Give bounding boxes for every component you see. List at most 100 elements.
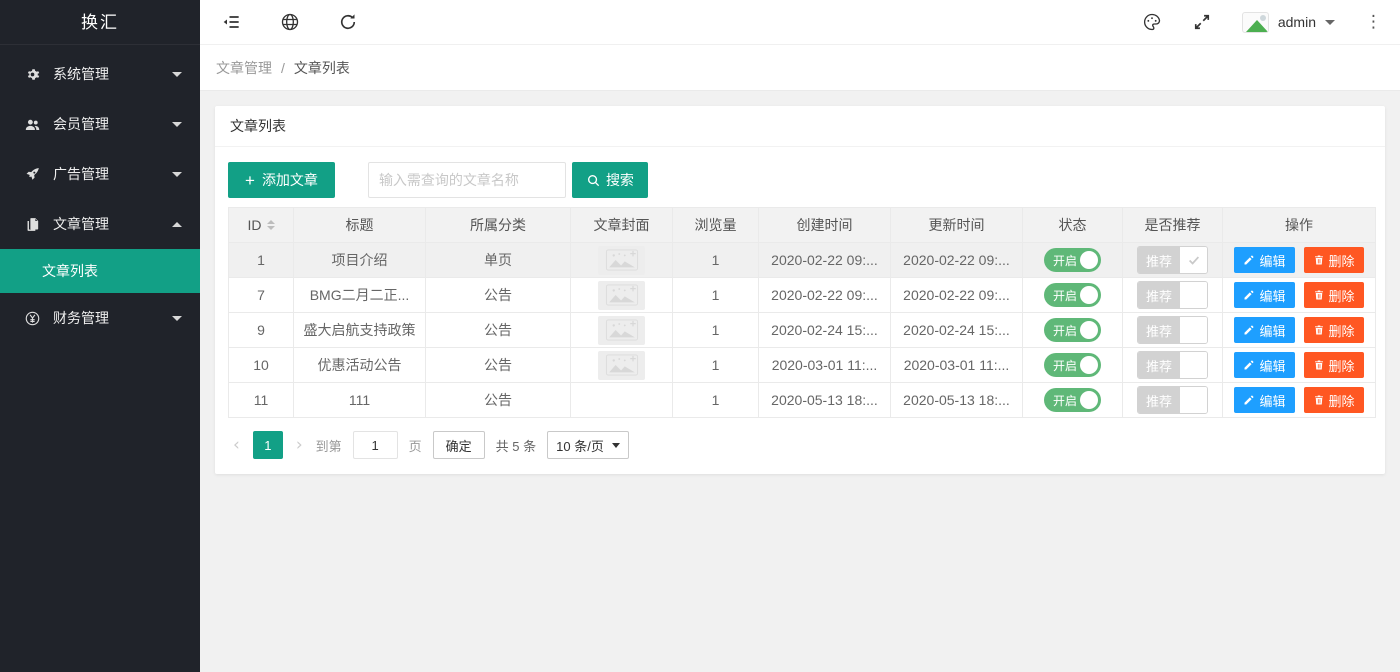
edit-button[interactable]: 编辑 <box>1234 387 1294 413</box>
column-header-1: 标题 <box>294 208 426 243</box>
recommend-checkbox[interactable]: 推荐 <box>1137 351 1208 379</box>
table-row: 9盛大启航支持政策公告12020-02-24 15:...2020-02-24 … <box>229 313 1376 348</box>
article-cover-thumbnail[interactable] <box>598 351 645 380</box>
next-page-button[interactable]: › <box>294 437 305 454</box>
edit-button-label: 编辑 <box>1259 286 1285 305</box>
breadcrumb-parent[interactable]: 文章管理 <box>216 58 272 78</box>
avatar <box>1242 12 1269 33</box>
theme-palette-icon[interactable] <box>1142 12 1162 32</box>
status-toggle[interactable]: 开启 <box>1044 283 1101 307</box>
article-cover-thumbnail[interactable] <box>598 246 645 275</box>
chevron-down-icon <box>172 122 182 127</box>
collapse-sidebar-icon[interactable] <box>222 12 242 32</box>
app-logo: 换汇 <box>0 0 200 45</box>
delete-button-label: 删除 <box>1329 286 1355 305</box>
fullscreen-icon[interactable] <box>1192 12 1212 32</box>
cell-category: 公告 <box>426 313 571 348</box>
table-header-row: ID标题所属分类文章封面浏览量创建时间更新时间状态是否推荐操作 <box>229 208 1376 243</box>
cell-id: 10 <box>229 348 294 383</box>
add-article-button[interactable]: + 添加文章 <box>228 162 335 198</box>
article-cover-thumbnail[interactable] <box>598 316 645 345</box>
cell-title: 项目介绍 <box>294 243 426 278</box>
article-table: ID标题所属分类文章封面浏览量创建时间更新时间状态是否推荐操作 1项目介绍单页1… <box>228 207 1376 418</box>
sidebar-item-label: 文章管理 <box>53 214 172 234</box>
search-button[interactable]: 搜索 <box>572 162 648 198</box>
page-size-select[interactable]: 10 条/页 <box>547 431 629 459</box>
article-cover-thumbnail[interactable] <box>598 281 645 310</box>
cell-recommend: 推荐 <box>1123 383 1223 418</box>
cell-title: BMG二月二正... <box>294 278 426 313</box>
sidebar-item-4[interactable]: 财务管理 <box>0 293 200 343</box>
cell-views: 1 <box>673 243 759 278</box>
card-body: + 添加文章 搜索 <box>215 147 1385 474</box>
chevron-down-icon <box>172 72 182 77</box>
status-toggle[interactable]: 开启 <box>1044 318 1101 342</box>
cell-id: 1 <box>229 243 294 278</box>
cell-status: 开启 <box>1023 278 1123 313</box>
user-menu[interactable]: admin <box>1242 12 1335 33</box>
delete-button[interactable]: 删除 <box>1304 387 1364 413</box>
sidebar-item-3[interactable]: 文章管理 <box>0 199 200 249</box>
page-size-value: 10 条/页 <box>556 436 604 455</box>
chevron-up-icon <box>172 222 182 227</box>
status-toggle[interactable]: 开启 <box>1044 248 1101 272</box>
cell-title: 111 <box>294 383 426 418</box>
page-number-current[interactable]: 1 <box>253 431 283 459</box>
cell-recommend: 推荐 <box>1123 313 1223 348</box>
column-header-4: 浏览量 <box>673 208 759 243</box>
edit-button-label: 编辑 <box>1259 391 1285 410</box>
column-header-9: 操作 <box>1223 208 1376 243</box>
edit-button[interactable]: 编辑 <box>1234 317 1294 343</box>
total-count-label: 共 5 条 <box>496 436 536 455</box>
recommend-checkbox[interactable]: 推荐 <box>1137 386 1208 414</box>
breadcrumb-separator: / <box>281 60 285 76</box>
add-article-label: 添加文章 <box>262 170 318 190</box>
chevron-down-icon <box>172 172 182 177</box>
sidebar-subitem[interactable]: 文章列表 <box>0 249 200 293</box>
column-header-0[interactable]: ID <box>229 208 294 243</box>
table-row: 11111公告12020-05-13 18:...2020-05-13 18:.… <box>229 383 1376 418</box>
status-toggle[interactable]: 开启 <box>1044 388 1101 412</box>
sidebar-item-1[interactable]: 会员管理 <box>0 99 200 149</box>
refresh-icon[interactable] <box>338 12 358 32</box>
recommend-checkbox[interactable]: 推荐 <box>1137 281 1208 309</box>
confirm-page-button[interactable]: 确定 <box>433 431 485 459</box>
delete-button[interactable]: 删除 <box>1304 282 1364 308</box>
chevron-down-icon <box>1325 20 1335 25</box>
recommend-checkbox-label: 推荐 <box>1138 247 1180 273</box>
plus-icon: + <box>245 172 255 189</box>
edit-button[interactable]: 编辑 <box>1234 247 1294 273</box>
delete-button[interactable]: 删除 <box>1304 352 1364 378</box>
cell-updated-time: 2020-02-22 09:... <box>891 243 1023 278</box>
goto-prefix-label: 到第 <box>316 436 342 455</box>
cell-cover <box>571 383 673 418</box>
delete-button[interactable]: 删除 <box>1304 317 1364 343</box>
cell-id: 9 <box>229 313 294 348</box>
goto-page-input[interactable] <box>353 431 398 459</box>
recommend-checkbox[interactable]: 推荐 <box>1137 246 1208 274</box>
delete-button[interactable]: 删除 <box>1304 247 1364 273</box>
edit-button[interactable]: 编辑 <box>1234 352 1294 378</box>
sort-icon[interactable] <box>267 220 275 230</box>
toggle-knob <box>1080 391 1098 409</box>
cell-views: 1 <box>673 348 759 383</box>
cell-operations: 编辑删除 <box>1223 313 1376 348</box>
sidebar-item-label: 财务管理 <box>53 308 172 328</box>
search-input[interactable] <box>368 162 566 198</box>
more-menu-icon[interactable]: ⋮ <box>1365 14 1382 31</box>
sidebar-item-0[interactable]: 系统管理 <box>0 49 200 99</box>
cell-recommend: 推荐 <box>1123 348 1223 383</box>
edit-button-label: 编辑 <box>1259 251 1285 270</box>
language-globe-icon[interactable] <box>280 12 300 32</box>
toggle-knob <box>1080 251 1098 269</box>
recommend-checkbox-label: 推荐 <box>1138 282 1180 308</box>
edit-button[interactable]: 编辑 <box>1234 282 1294 308</box>
prev-page-button[interactable]: ‹ <box>231 437 242 454</box>
gear-icon <box>24 66 41 83</box>
sidebar-item-2[interactable]: 广告管理 <box>0 149 200 199</box>
sidebar-nav: 系统管理会员管理广告管理文章管理文章列表财务管理 <box>0 45 200 343</box>
recommend-checkbox[interactable]: 推荐 <box>1137 316 1208 344</box>
app-window: 换汇 系统管理会员管理广告管理文章管理文章列表财务管理 <box>0 0 1400 672</box>
status-toggle[interactable]: 开启 <box>1044 353 1101 377</box>
chevron-down-icon <box>172 316 182 321</box>
